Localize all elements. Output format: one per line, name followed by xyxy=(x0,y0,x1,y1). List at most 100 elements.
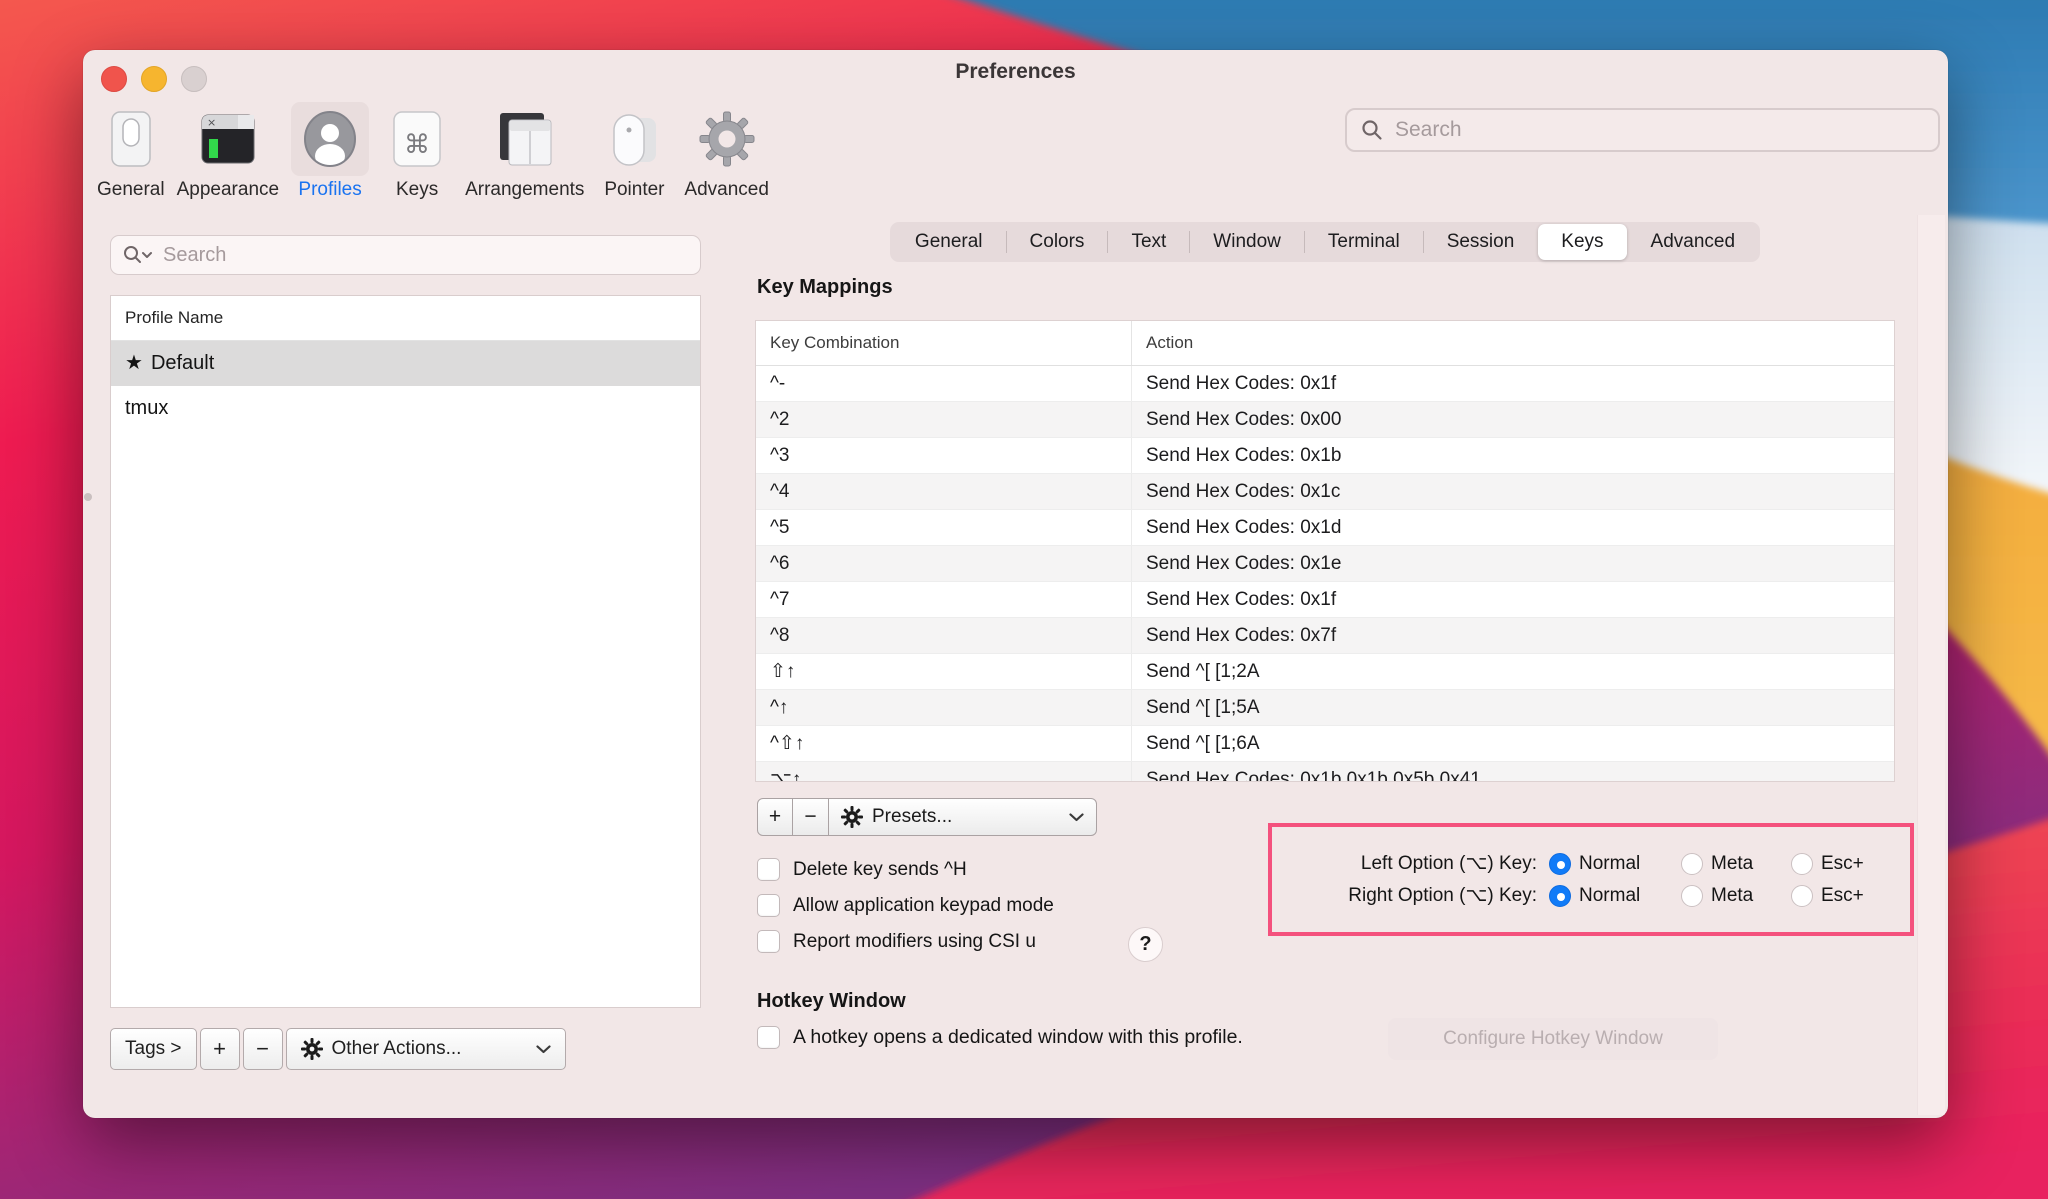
csi-u-checkbox[interactable] xyxy=(757,930,780,953)
toolbar-item-keys[interactable]: ⌘ Keys xyxy=(381,102,453,201)
left-option-esc-choice[interactable]: Esc+ xyxy=(1791,853,1909,875)
radio-label: Meta xyxy=(1711,885,1753,907)
toolbar-item-profiles[interactable]: Profiles xyxy=(291,102,369,201)
remove-key-mapping-button[interactable]: − xyxy=(793,798,829,836)
profile-search-field[interactable] xyxy=(110,235,701,275)
action-cell: Send Hex Codes: 0x1b xyxy=(1131,438,1894,473)
key-combination-cell: ^⇧↑ xyxy=(756,726,1131,761)
key-mapping-row[interactable]: ^4Send Hex Codes: 0x1c xyxy=(756,473,1894,509)
add-profile-button[interactable]: + xyxy=(200,1028,240,1070)
tab-terminal[interactable]: Terminal xyxy=(1305,224,1423,260)
column-header-key-combination[interactable]: Key Combination xyxy=(756,321,1131,365)
action-cell: Send Hex Codes: 0x1d xyxy=(1131,510,1894,545)
presets-dropdown[interactable]: Presets... xyxy=(829,798,1097,836)
key-mapping-row[interactable]: ^7Send Hex Codes: 0x1f xyxy=(756,581,1894,617)
tab-window[interactable]: Window xyxy=(1190,224,1304,260)
profile-search-input[interactable] xyxy=(161,243,688,268)
tab-general[interactable]: General xyxy=(892,224,1006,260)
add-key-mapping-button[interactable]: + xyxy=(757,798,793,836)
chevron-down-icon xyxy=(1069,813,1084,822)
search-filter-icon[interactable] xyxy=(123,245,153,265)
key-mapping-row[interactable]: ^-Send Hex Codes: 0x1f xyxy=(756,366,1894,401)
key-mapping-row[interactable]: ^6Send Hex Codes: 0x1e xyxy=(756,545,1894,581)
tab-advanced[interactable]: Advanced xyxy=(1628,224,1759,260)
remove-profile-button[interactable]: − xyxy=(243,1028,283,1070)
action-cell: Send Hex Codes: 0x1e xyxy=(1131,546,1894,581)
radio-label: Normal xyxy=(1579,853,1640,875)
key-combination-cell: ^6 xyxy=(756,546,1131,581)
profile-tabbar-wrap: General Colors Text Window Terminal Sess… xyxy=(755,222,1895,262)
checkbox-label: Report modifiers using CSI u xyxy=(793,931,1036,953)
radio-icon[interactable] xyxy=(1681,853,1703,875)
right-option-meta-choice[interactable]: Meta xyxy=(1681,885,1791,907)
tab-session[interactable]: Session xyxy=(1424,224,1538,260)
key-combination-cell: ^7 xyxy=(756,582,1131,617)
key-mapping-row[interactable]: ^2Send Hex Codes: 0x00 xyxy=(756,401,1894,437)
tab-colors[interactable]: Colors xyxy=(1007,224,1108,260)
column-header-action[interactable]: Action xyxy=(1131,321,1894,365)
radio-selected-icon[interactable] xyxy=(1549,885,1571,907)
svg-text:⌘: ⌘ xyxy=(404,130,430,160)
toolbar-search-input[interactable] xyxy=(1393,117,1924,143)
radio-icon[interactable] xyxy=(1791,853,1813,875)
tab-keys[interactable]: Keys xyxy=(1538,224,1626,260)
hotkey-checkbox[interactable] xyxy=(757,1026,780,1049)
key-mapping-row[interactable]: ^⇧↑Send ^[ [1;6A xyxy=(756,725,1894,761)
checkbox-row-delete-key: Delete key sends ^H xyxy=(757,858,967,881)
svg-text:×: × xyxy=(207,116,216,129)
key-mapping-row[interactable]: ⌥↑Send Hex Codes: 0x1b 0x1b 0x5b 0x41 xyxy=(756,761,1894,782)
csi-u-help-button[interactable]: ? xyxy=(1128,927,1163,962)
toolbar-label: Profiles xyxy=(298,179,361,201)
toolbar-item-advanced[interactable]: Advanced xyxy=(684,102,769,201)
toolbar-item-pointer[interactable]: Pointer xyxy=(596,102,672,201)
toolbar-item-arrangements[interactable]: Arrangements xyxy=(465,102,584,201)
radio-selected-icon[interactable] xyxy=(1549,853,1571,875)
profile-row-default[interactable]: ★Default xyxy=(111,341,700,386)
left-option-key-label: Left Option (⌥) Key: xyxy=(1272,852,1537,875)
toolbar-label: Advanced xyxy=(684,179,769,201)
radio-icon[interactable] xyxy=(1681,885,1703,907)
pane-resize-handle[interactable] xyxy=(84,493,92,501)
profile-list: Profile Name ★Default tmux xyxy=(110,295,701,1008)
action-cell: Send Hex Codes: 0x1c xyxy=(1131,474,1894,509)
key-mapping-row[interactable]: ^5Send Hex Codes: 0x1d xyxy=(756,509,1894,545)
delete-key-checkbox[interactable] xyxy=(757,858,780,881)
key-combination-cell: ^↑ xyxy=(756,690,1131,725)
profile-row-tmux[interactable]: tmux xyxy=(111,386,700,431)
action-cell: Send Hex Codes: 0x1f xyxy=(1131,366,1894,401)
key-mapping-row[interactable]: ⇧↑Send ^[ [1;2A xyxy=(756,653,1894,689)
action-cell: Send Hex Codes: 0x1b 0x1b 0x5b 0x41 xyxy=(1131,762,1894,782)
key-combination-cell: ^8 xyxy=(756,618,1131,653)
key-mapping-row[interactable]: ^3Send Hex Codes: 0x1b xyxy=(756,437,1894,473)
key-mapping-row[interactable]: ^8Send Hex Codes: 0x7f xyxy=(756,617,1894,653)
keypad-mode-checkbox[interactable] xyxy=(757,894,780,917)
key-mappings-table[interactable]: Key Combination Action ^-Send Hex Codes:… xyxy=(755,320,1895,782)
action-cell: Send Hex Codes: 0x1f xyxy=(1131,582,1894,617)
command-key-icon: ⌘ xyxy=(381,102,453,176)
tab-text[interactable]: Text xyxy=(1108,224,1189,260)
right-option-key-label: Right Option (⌥) Key: xyxy=(1272,884,1537,907)
left-option-normal-choice[interactable]: Normal xyxy=(1549,853,1681,875)
key-mapping-row[interactable]: ^↑Send ^[ [1;5A xyxy=(756,689,1894,725)
radio-icon[interactable] xyxy=(1791,885,1813,907)
content-scrollbar-track[interactable] xyxy=(1917,215,1945,1115)
tags-button[interactable]: Tags > xyxy=(110,1028,197,1070)
action-cell: Send ^[ [1;6A xyxy=(1131,726,1894,761)
hotkey-checkbox-row: A hotkey opens a dedicated window with t… xyxy=(757,1026,1243,1049)
toolbar-label: Keys xyxy=(396,179,438,201)
toolbar-item-general[interactable]: General xyxy=(97,102,165,201)
right-option-esc-choice[interactable]: Esc+ xyxy=(1791,885,1909,907)
right-option-normal-choice[interactable]: Normal xyxy=(1549,885,1681,907)
profile-list-footer: Tags > + − Other Actions... xyxy=(110,1028,566,1070)
right-option-key-row: Right Option (⌥) Key: Normal Meta Esc+ xyxy=(1272,884,1910,907)
toolbar-search-field[interactable] xyxy=(1345,108,1940,152)
gear-icon xyxy=(301,1038,323,1060)
toolbar-item-appearance[interactable]: × Appearance xyxy=(177,102,279,201)
hotkey-window-title: Hotkey Window xyxy=(757,990,906,1013)
configure-hotkey-window-button[interactable]: Configure Hotkey Window xyxy=(1388,1018,1718,1060)
preferences-window: Preferences General × Appearance xyxy=(83,50,1948,1118)
profile-name: Default xyxy=(151,352,214,374)
toolbar-label: Pointer xyxy=(604,179,664,201)
left-option-meta-choice[interactable]: Meta xyxy=(1681,853,1791,875)
other-actions-dropdown[interactable]: Other Actions... xyxy=(286,1028,566,1070)
